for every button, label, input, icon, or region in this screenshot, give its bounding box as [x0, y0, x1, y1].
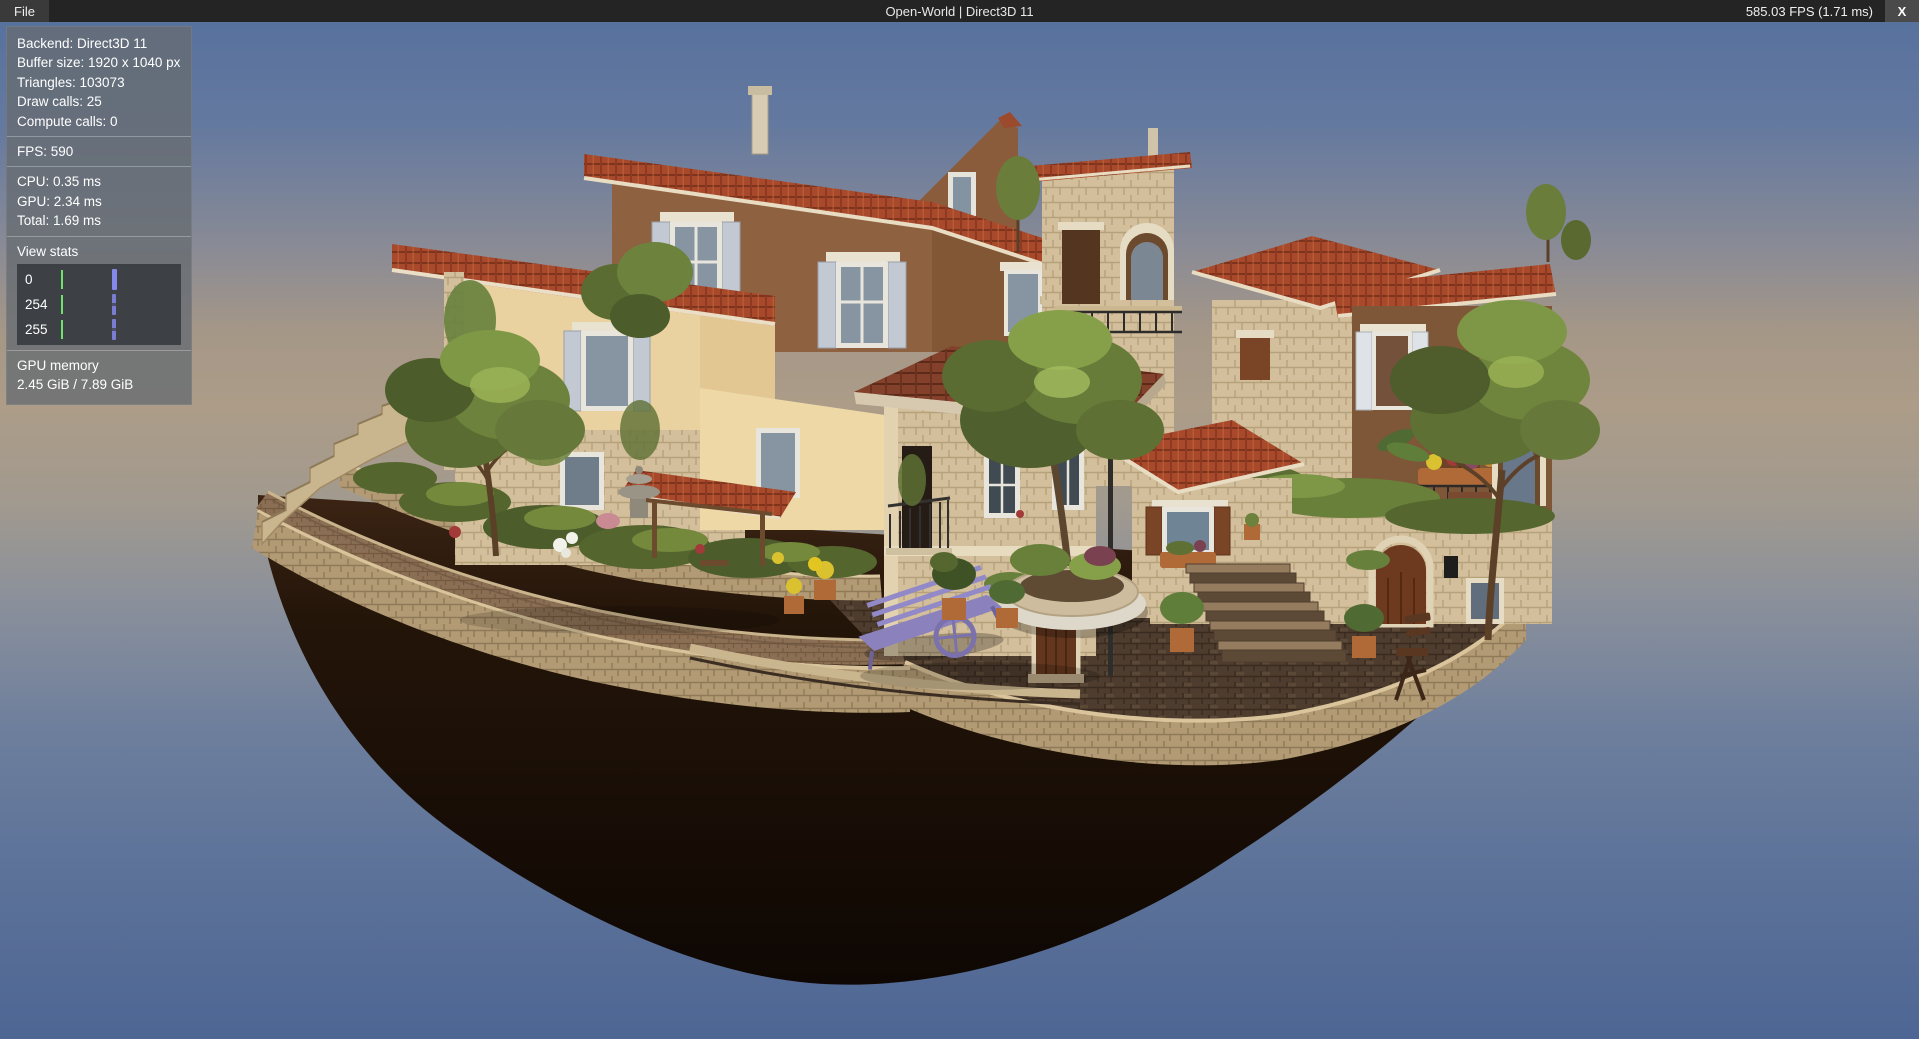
render-viewport[interactable] — [0, 0, 1919, 1039]
green-tick-marker — [61, 270, 63, 289]
divider — [7, 236, 191, 237]
purple-bar-marker — [112, 269, 117, 290]
view-stats-label: View stats — [7, 242, 191, 261]
gpu-memory-value: 2.45 GiB / 7.89 GiB — [7, 375, 191, 394]
view-row-label: 0 — [25, 272, 33, 287]
fps-readout: 585.03 FPS (1.71 ms) — [1746, 4, 1885, 19]
divider — [7, 166, 191, 167]
titlebar: File Open-World | Direct3D 11 585.03 FPS… — [0, 0, 1919, 22]
view-row-label: 255 — [25, 322, 48, 337]
view-stats-row: 254 — [17, 292, 181, 317]
stat-buffer-size: Buffer size: 1920 x 1040 px — [7, 53, 191, 72]
close-button[interactable]: X — [1885, 0, 1919, 22]
file-menu[interactable]: File — [0, 0, 49, 22]
stat-gpu: GPU: 2.34 ms — [7, 192, 191, 211]
view-stats-row: 0 — [17, 267, 181, 292]
green-tick-marker — [61, 295, 63, 314]
stats-panel: Backend: Direct3D 11 Buffer size: 1920 x… — [6, 26, 192, 405]
green-tick-marker — [61, 320, 63, 339]
stat-fps: FPS: 590 — [7, 142, 191, 161]
shadow — [860, 662, 1100, 690]
window — [818, 252, 906, 348]
stat-draw-calls: Draw calls: 25 — [7, 92, 191, 111]
stat-cpu: CPU: 0.35 ms — [7, 172, 191, 191]
stat-triangles: Triangles: 103073 — [7, 73, 191, 92]
purple-bar-marker — [112, 294, 116, 315]
view-row-label: 254 — [25, 297, 48, 312]
purple-bar-marker — [112, 319, 116, 340]
stat-total: Total: 1.69 ms — [7, 211, 191, 230]
gpu-memory-label: GPU memory — [7, 356, 191, 375]
stat-compute-calls: Compute calls: 0 — [7, 112, 191, 131]
shadow — [460, 606, 780, 634]
divider — [7, 136, 191, 137]
window-title: Open-World | Direct3D 11 — [0, 4, 1919, 19]
view-stats-histogram: 0 254 255 — [17, 264, 181, 345]
divider — [7, 350, 191, 351]
village-scene — [0, 0, 1919, 1039]
view-stats-row: 255 — [17, 317, 181, 342]
stat-backend: Backend: Direct3D 11 — [7, 34, 191, 53]
